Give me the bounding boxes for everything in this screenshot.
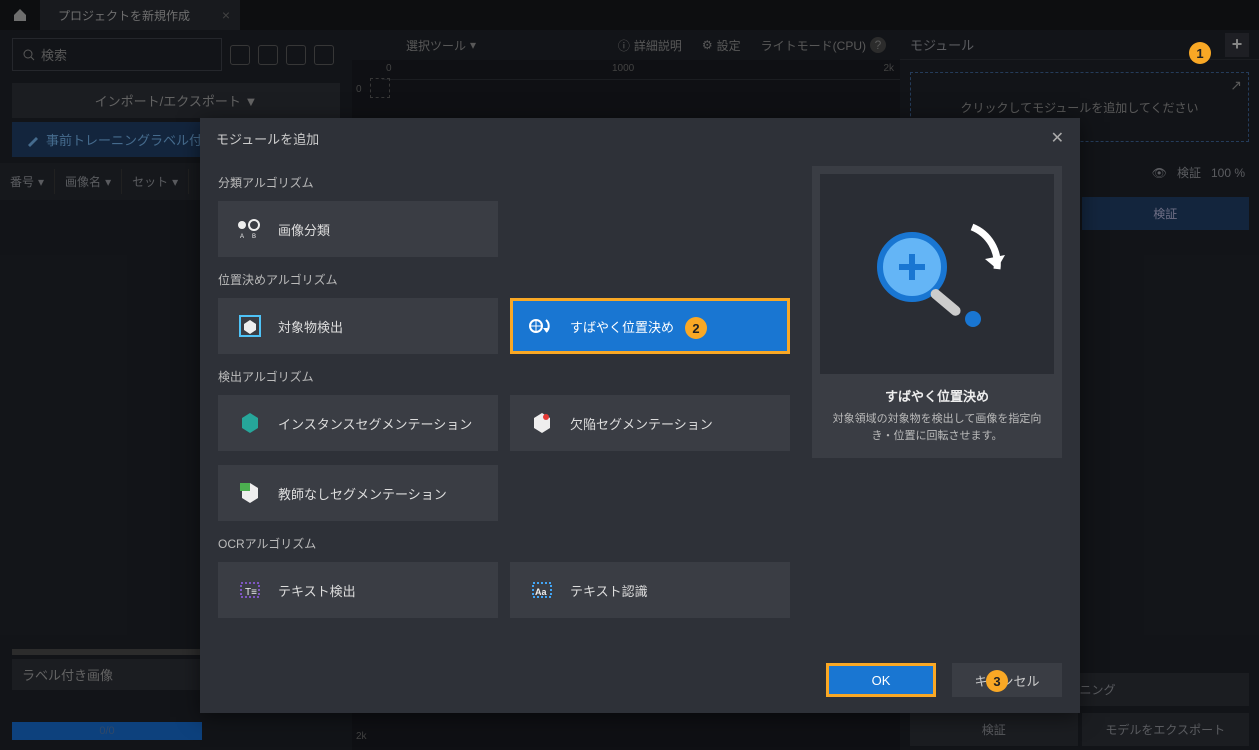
dialog-title: モジュールを追加 [216, 129, 319, 148]
preview-panel: すばやく位置決め 対象領域の対象物を検出して画像を指定向き・位置に回転させます。 [812, 166, 1062, 632]
callout-2: 2 [685, 317, 707, 339]
text-recognition-icon: Aa [528, 576, 556, 604]
section-classification: 分類アルゴリズム [218, 174, 792, 191]
object-detection-icon [236, 312, 264, 340]
section-ocr: OCRアルゴリズム [218, 535, 792, 552]
add-module-dialog: モジュールを追加 ✕ 分類アルゴリズム AB 画像分類 位置決めアルゴリズム [200, 118, 1080, 713]
card-defect-segmentation[interactable]: 欠陥セグメンテーション [510, 395, 790, 451]
callout-1: 1 [1189, 42, 1211, 64]
svg-text:T≡: T≡ [245, 587, 257, 598]
card-text-detection[interactable]: T≡ テキスト検出 [218, 562, 498, 618]
preview-description: 対象領域の対象物を検出して画像を指定向き・位置に回転させます。 [820, 411, 1054, 450]
card-unsupervised-segmentation[interactable]: 教師なしセグメンテーション [218, 465, 498, 521]
dialog-header: モジュールを追加 ✕ [200, 118, 1080, 158]
text-detection-icon: T≡ [236, 576, 264, 604]
section-positioning: 位置決めアルゴリズム [218, 271, 792, 288]
svg-text:B: B [252, 234, 256, 239]
card-fast-positioning[interactable]: すばやく位置決め [510, 298, 790, 354]
card-instance-segmentation[interactable]: インスタンスセグメンテーション [218, 395, 498, 451]
dialog-footer: OK キャンセル [826, 663, 1062, 697]
preview-title: すばやく位置決め [820, 386, 1054, 405]
svg-text:A: A [240, 234, 244, 239]
ok-button[interactable]: OK [826, 663, 936, 697]
fast-positioning-icon [528, 312, 556, 340]
callout-3: 3 [986, 670, 1008, 692]
instance-seg-icon [236, 409, 264, 437]
unsupervised-seg-icon [236, 479, 264, 507]
card-image-classification[interactable]: AB 画像分類 [218, 201, 498, 257]
svg-text:Aa: Aa [535, 587, 547, 597]
preview-image [820, 174, 1054, 374]
classification-icon: AB [236, 215, 264, 243]
card-text-recognition[interactable]: Aa テキスト認識 [510, 562, 790, 618]
close-icon[interactable]: ✕ [1051, 128, 1064, 148]
section-detection: 検出アルゴリズム [218, 368, 792, 385]
card-object-detection[interactable]: 対象物検出 [218, 298, 498, 354]
defect-seg-icon [528, 409, 556, 437]
